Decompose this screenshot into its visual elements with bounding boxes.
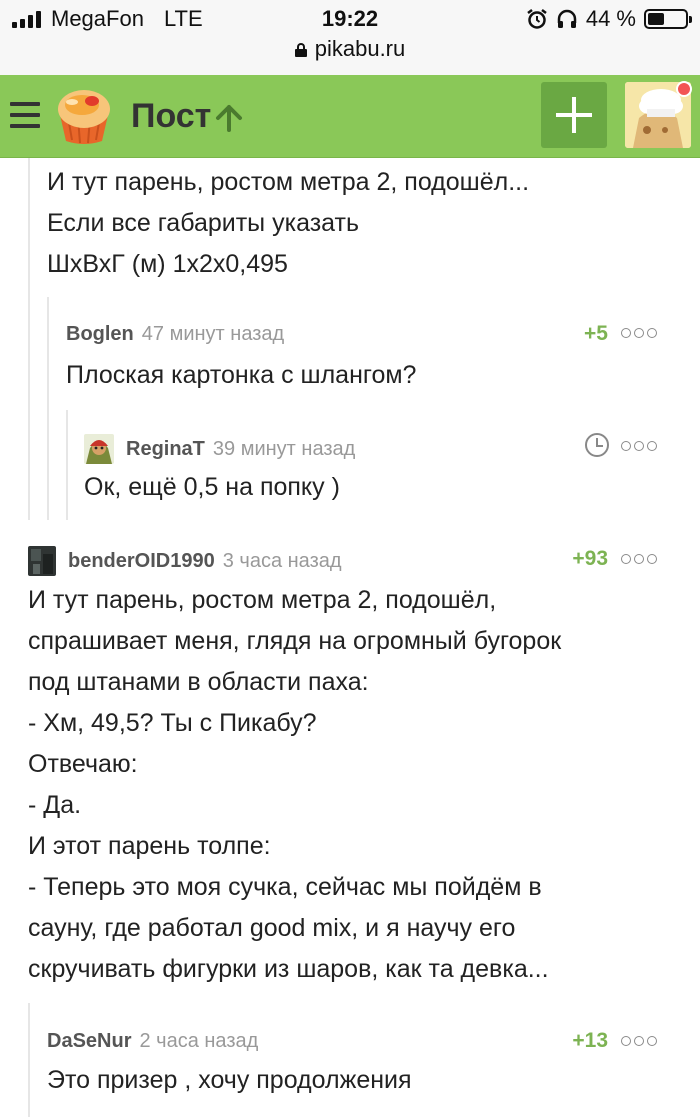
bender-avatar-image [28,546,56,576]
arrow-up-icon[interactable] [214,103,244,133]
pikabu-logo[interactable] [52,85,116,147]
author-avatar[interactable] [84,434,114,464]
page-title: Пост [131,97,212,135]
comment-line: спрашивает меня, глядя на огромный бугор… [28,627,562,655]
notification-badge[interactable] [676,81,692,97]
comment-line: - Хм, 49,5? Ты с Пикабу? [28,709,317,737]
comment-line: Если все габариты указать [47,209,359,237]
comment-author[interactable]: benderOID1990 [68,550,215,573]
reginat-avatar-image [84,434,114,464]
thread-line [47,297,49,520]
comment-line: Плоская картонка с шлангом? [66,361,417,389]
comment-line: И тут парень, ростом метра 2, подошёл... [47,168,530,196]
more-options-icon[interactable] [621,1036,657,1046]
comment-line: Это призер , хочу продолжения [47,1066,412,1094]
add-post-button[interactable] [541,82,607,148]
comment-author[interactable]: Boglen [66,323,134,346]
comment-header: benderOID1990 3 часа назад [28,546,342,576]
more-options-icon[interactable] [621,441,657,451]
comment-rating: +93 [572,547,608,570]
comment-line: под штанами в области паха: [28,668,369,696]
comment-header: DaSeNur 2 часа назад [47,1030,258,1053]
comment-line: И тут парень, ростом метра 2, подошёл, [28,586,497,614]
menu-icon[interactable] [10,102,40,128]
thread-line [28,1003,30,1117]
comment-body: Ок, ещё 0,5 на попку ) [84,467,340,508]
comment-header: ReginaT 39 минут назад [84,434,355,464]
comment-line: - Теперь это моя сучка, сейчас мы пойдём… [28,873,542,901]
headphones-icon [557,9,577,28]
battery-percent: 44 % [585,6,636,31]
url-bar[interactable]: pikabu.ru [0,36,700,62]
author-avatar[interactable] [28,546,56,576]
comment-body: И тут парень, ростом метра 2, подошёл, с… [28,580,561,990]
more-options-icon[interactable] [621,328,657,338]
comment-line: - Да. [28,791,82,819]
comment-body: Это призер , хочу продолжения [47,1060,412,1101]
battery-icon [644,9,692,29]
comment-line: И этот парень толпе: [28,832,271,860]
comment-time: 2 часа назад [139,1030,259,1052]
more-options-icon[interactable] [621,554,657,564]
comment-line: сауну, где работал good mix, и я научу е… [28,914,516,942]
thread-line [28,158,30,520]
comment-author[interactable]: ReginaT [126,438,205,461]
comment-body: И тут парень, ростом метра 2, подошёл...… [47,162,529,285]
comment-rating: +13 [572,1029,608,1052]
comment-line: скручивать фигурки из шаров, как та девк… [28,955,549,983]
status-right: 44 % [526,6,692,32]
comment-author[interactable]: DaSeNur [47,1030,131,1053]
comment-line: Ок, ещё 0,5 на попку ) [84,473,340,501]
comment-line: ШхВхГ (м) 1х2х0,495 [47,250,288,278]
app-header: Пост [0,75,700,158]
comment-time: 39 минут назад [212,437,356,460]
clock-icon[interactable] [585,433,609,457]
comment-time: 3 часа назад [222,549,342,572]
lock-icon [294,43,307,57]
url-text: pikabu.ru [314,36,406,61]
alarm-icon [527,9,547,29]
comment-header: Boglen 47 минут назад [66,323,284,346]
comment-body: Плоская картонка с шлангом? [66,355,416,396]
status-bar: MegaFon LTE 19:22 44 % pikabu.ru [0,0,700,75]
comment-time: 47 минут назад [141,323,285,345]
comment-line: Отвечаю: [28,750,138,778]
thread-line [66,410,68,520]
comment-rating: +5 [584,322,608,345]
